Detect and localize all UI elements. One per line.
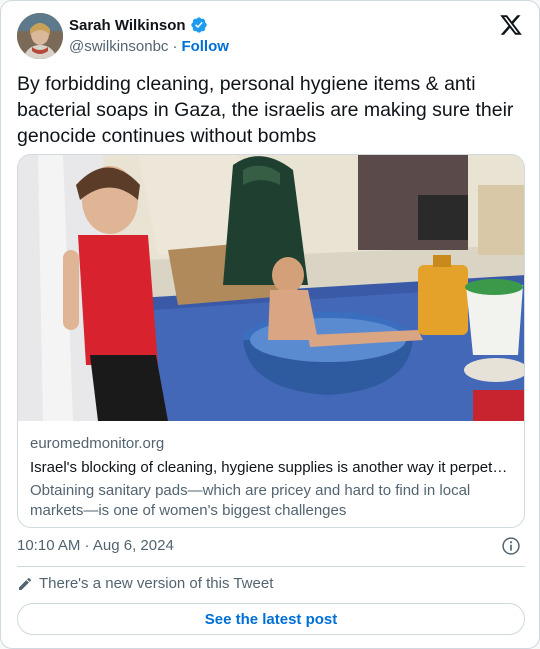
author-avatar[interactable] — [17, 13, 63, 59]
author-handle[interactable]: @swilkinsonbc — [69, 38, 168, 55]
verified-badge-icon — [190, 17, 207, 33]
link-preview-card[interactable]: euromedmonitor.org Israel's blocking of … — [17, 154, 525, 528]
link-description: Obtaining sanitary pads—which are pricey… — [30, 482, 471, 519]
link-domain: euromedmonitor.org — [30, 435, 165, 452]
follow-button[interactable]: Follow — [181, 38, 229, 55]
see-latest-post-button[interactable]: See the latest post — [17, 603, 525, 635]
link-preview-photo — [18, 155, 524, 421]
author-handle-row: @swilkinsonbc · Follow — [69, 38, 229, 55]
info-icon[interactable] — [501, 536, 521, 556]
link-preview-image — [18, 155, 524, 421]
link-title: Israel's blocking of cleaning, hygiene s… — [30, 459, 514, 476]
pencil-icon — [19, 577, 32, 590]
tweet-text: By forbidding cleaning, personal hygiene… — [17, 73, 514, 147]
author-name-row: Sarah Wilkinson — [69, 16, 208, 34]
divider — [17, 566, 525, 567]
x-logo-icon[interactable] — [499, 13, 523, 37]
author-name[interactable]: Sarah Wilkinson — [69, 17, 186, 34]
separator-dot: · — [172, 38, 178, 55]
tweet-embed-card: Sarah Wilkinson @swilkinsonbc · Follow B… — [0, 0, 540, 649]
link-preview-meta: euromedmonitor.org Israel's blocking of … — [30, 434, 514, 521]
new-version-notice: There's a new version of this Tweet — [17, 575, 273, 592]
avatar-photo — [17, 13, 63, 59]
tweet-timestamp[interactable]: 10:10 AM · Aug 6, 2024 — [17, 537, 174, 554]
new-version-text: There's a new version of this Tweet — [39, 575, 274, 592]
